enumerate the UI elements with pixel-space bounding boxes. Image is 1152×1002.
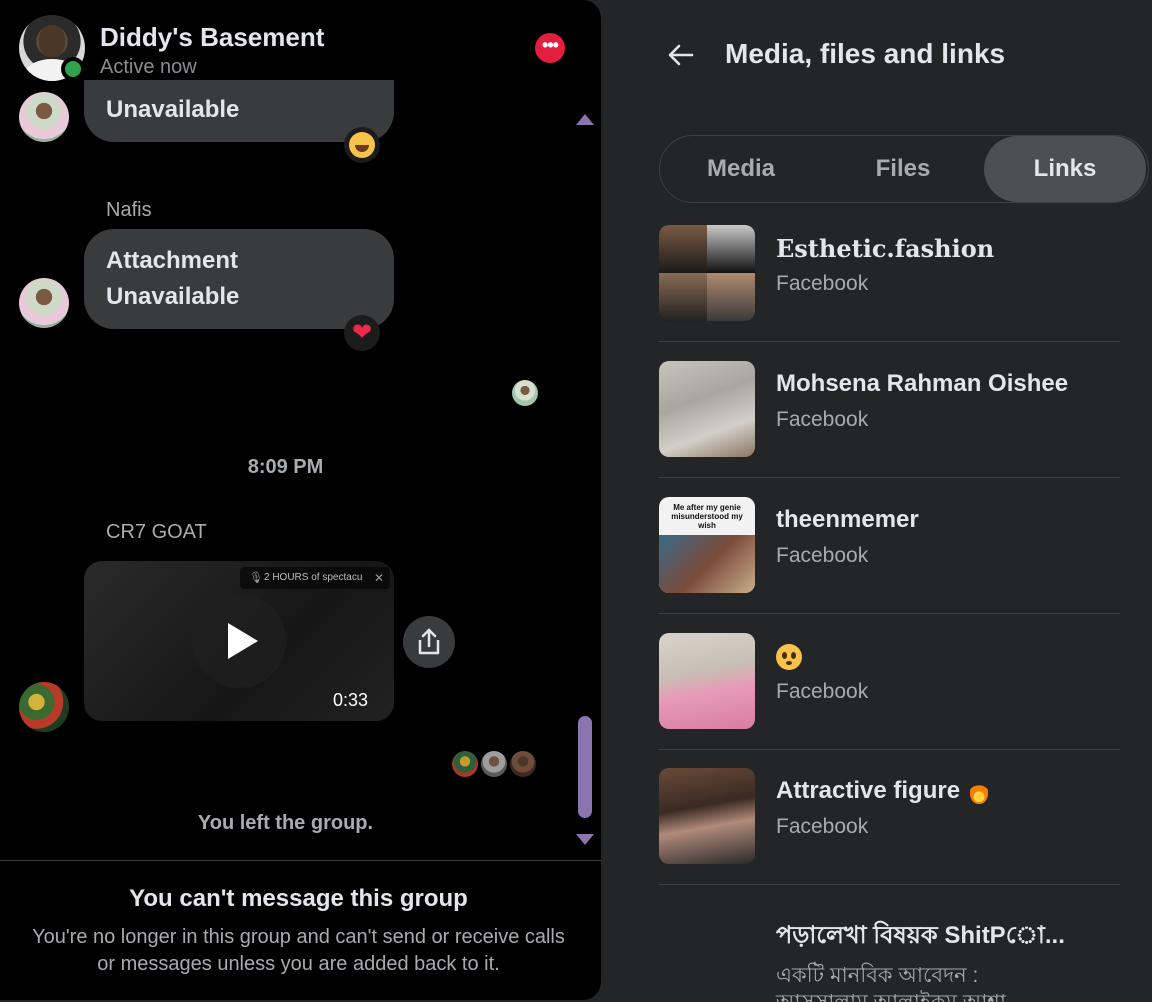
link-thumbnail [659, 633, 755, 729]
link-thumbnail [659, 768, 755, 864]
back-button[interactable] [666, 40, 696, 70]
cannot-message-description: You're no longer in this group and can't… [32, 926, 565, 975]
scrollbar-thumb[interactable] [578, 716, 592, 818]
sender-name: CR7 GOAT [106, 521, 207, 543]
sender-name: Nafis [106, 199, 152, 221]
read-receipt-avatar [481, 751, 507, 777]
sender-avatar[interactable] [19, 278, 69, 328]
link-title: Attractive figure [776, 777, 989, 805]
message-bubble[interactable]: Attachment Unavailable [84, 229, 394, 329]
more-options-button[interactable]: ••• [535, 33, 565, 63]
video-duration: 0:33 [332, 690, 368, 710]
link-thumbnail [659, 361, 755, 457]
microphone-icon: 🎙 [249, 572, 263, 584]
video-attachment[interactable]: 🎙 2 HOURS of spectacu ✕ 0:33 [84, 561, 394, 721]
share-icon [418, 628, 440, 655]
read-receipt-avatar [512, 380, 538, 406]
read-receipt-avatar [510, 751, 536, 777]
link-source: Facebook [776, 272, 869, 295]
thumb-quadrant [659, 273, 707, 321]
message-timestamp: 8:09 PM [247, 456, 324, 478]
link-description-line2: আসসালাম আলাইকুম আশা [776, 986, 1006, 1002]
chat-panel: Diddy's Basement Active now ••• Unavaila… [0, 0, 601, 1000]
link-item[interactable]: Me after my genie misunderstood my wish … [659, 478, 1120, 614]
fire-emoji-icon [970, 779, 989, 804]
link-source: Facebook [776, 680, 869, 703]
thumb-quadrant [707, 225, 755, 273]
read-receipt-avatar [452, 751, 478, 777]
link-title: theenmemer [776, 506, 919, 533]
left-group-notice: You left the group. [197, 812, 374, 834]
avatar-face [39, 25, 65, 57]
message-text-line2: Unavailable [106, 283, 240, 310]
video-title: 2 HOURS of spectacu [264, 572, 363, 583]
link-title-text: Attractive figure [776, 777, 961, 804]
link-thumbnail [659, 225, 755, 321]
sender-avatar[interactable] [19, 92, 69, 142]
heart-emoji-icon: ❤ [351, 319, 373, 346]
tab-bar: Media Files Links [659, 135, 1149, 203]
online-indicator [61, 57, 85, 81]
thumb-quadrant [659, 225, 707, 273]
reaction-badge[interactable] [344, 127, 380, 163]
link-item[interactable]: Facebook [659, 614, 1120, 750]
link-title: Mohsena Rahman Oishee [776, 370, 1069, 397]
link-title: পড়ালেখা বিষয়ক ShitPো... [776, 922, 1065, 949]
panel-title: Media, files and links [725, 38, 1006, 69]
group-name[interactable]: Diddy's Basement [100, 22, 324, 53]
message-text-line1: Attachment [106, 247, 239, 274]
share-button[interactable] [403, 616, 455, 668]
link-item[interactable]: Attractive figure Facebook [659, 749, 1120, 885]
link-source: Facebook [776, 408, 869, 431]
scroll-down-arrow[interactable] [576, 834, 594, 845]
sender-avatar[interactable] [19, 682, 69, 732]
message-text: Unavailable [106, 96, 240, 123]
play-button[interactable] [192, 594, 286, 688]
link-source: Facebook [776, 544, 869, 567]
footer-divider [0, 860, 601, 861]
tab-links[interactable]: Links [984, 136, 1146, 202]
link-item[interactable]: পড়ালেখা বিষয়ক ShitPো... একটি মানবিক আব… [659, 885, 1120, 1002]
scroll-up-arrow[interactable] [576, 114, 594, 125]
link-item[interactable]: Mohsena Rahman Oishee Facebook [659, 342, 1120, 478]
meme-image [659, 535, 755, 593]
link-thumbnail: Me after my genie misunderstood my wish [659, 497, 755, 593]
close-icon: ✕ [373, 571, 384, 585]
link-title [776, 642, 802, 670]
meme-caption: Me after my genie misunderstood my wish [671, 503, 743, 530]
link-title: Esthetic.fashion [776, 234, 995, 263]
link-item[interactable]: Esthetic.fashion Facebook [659, 206, 1120, 342]
more-options-icon: ••• [542, 35, 559, 55]
tab-media[interactable]: Media [660, 136, 822, 202]
tab-files[interactable]: Files [822, 136, 984, 202]
back-arrow-icon [668, 44, 694, 66]
link-source: Facebook [776, 815, 869, 838]
messenger-window: Diddy's Basement Active now ••• Unavaila… [0, 0, 1152, 1002]
media-files-links-panel: Media, files and links Media Files Links… [630, 0, 1152, 1002]
reaction-badge[interactable]: ❤ [344, 315, 380, 351]
laugh-emoji-icon [349, 132, 375, 158]
active-status: Active now [100, 56, 197, 78]
thumb-quadrant [707, 273, 755, 321]
pleading-face-emoji-icon [776, 643, 802, 670]
video-title-bar: 🎙 2 HOURS of spectacu ✕ [240, 567, 390, 589]
cannot-message-title: You can't message this group [129, 885, 468, 912]
